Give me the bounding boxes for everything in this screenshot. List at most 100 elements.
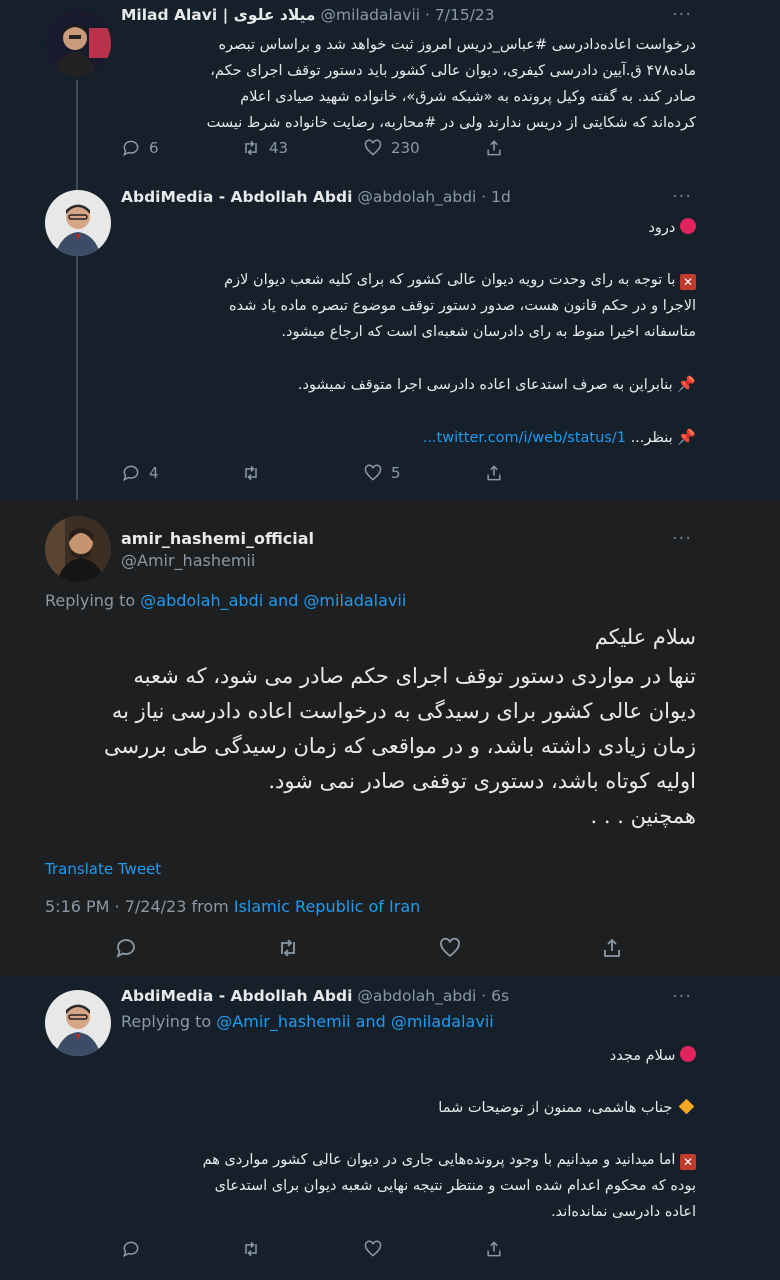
retweet-icon	[245, 1241, 257, 1257]
location-link[interactable]: Islamic Republic of Iran	[234, 897, 420, 916]
tweet-amir-hashemi[interactable]: amir_hashemi_official @Amir_hashemii ···…	[0, 500, 780, 976]
tweet-body: سلام علیکم تنها در مواردی دستور توقف اجر…	[56, 620, 696, 834]
retweet-button[interactable]	[241, 463, 269, 483]
tweet-abdi-1[interactable]: AbdiMedia - Abdollah Abdi @abdolah_abdi …	[0, 180, 780, 500]
replying-to: Replying to @Amir_hashemii and @miladala…	[121, 1012, 494, 1034]
timestamp[interactable]: · 7/15/23	[425, 6, 495, 24]
like-count: 5	[391, 464, 401, 482]
tweet-line: زمان زیادی داشته باشد، و در مواقعی که زم…	[103, 734, 696, 758]
paragraph-text: بنابراین به صرف استدعای اعاده دادرسی اجر…	[297, 377, 673, 393]
share-icon	[487, 1241, 501, 1257]
timestamp[interactable]: 5:16 PM · 7/24/23 from	[45, 897, 229, 916]
tweet-actions	[121, 1239, 521, 1261]
heart-icon	[364, 464, 382, 481]
tweet-line: صادر کند. به گفته وکیل پرونده به «شبکه ش…	[240, 89, 696, 105]
timestamp[interactable]: · 6s	[481, 987, 509, 1005]
tweet-line: ماده۴۷۸ ق.آیین دادرسی کیفری، دیوان عالی …	[210, 63, 696, 79]
reply-icon	[116, 939, 135, 958]
reply-button[interactable]: 4	[121, 463, 159, 483]
more-options-icon[interactable]: ···	[672, 986, 692, 1007]
heart-icon	[364, 1240, 382, 1257]
share-button[interactable]	[484, 463, 504, 483]
display-name[interactable]: AbdiMedia - Abdollah Abdi	[121, 188, 352, 206]
tweet-abdi-2[interactable]: AbdiMedia - Abdollah Abdi @abdolah_abdi …	[0, 980, 780, 1280]
greeting-line: سلام مجدد	[116, 1043, 696, 1069]
like-button[interactable]	[363, 1239, 383, 1259]
share-button[interactable]	[600, 936, 624, 964]
greeting-text: سلام مجدد	[609, 1048, 676, 1064]
tweet-line: متاسفانه اخیرا منوط به رای دادرسان شعبه‌…	[281, 324, 696, 340]
tweet-actions: 4 5	[121, 463, 521, 485]
like-button[interactable]	[438, 936, 462, 964]
tweet-line: اعاده دادرسی نمانده‌اند.	[551, 1204, 696, 1220]
tweet-header: AbdiMedia - Abdollah Abdi @abdolah_abdi …	[121, 188, 511, 210]
retweet-button[interactable]	[241, 1239, 261, 1259]
replying-prefix: Replying to	[45, 591, 136, 610]
tweet-line: سلام علیکم	[594, 625, 696, 649]
tweet-actions	[0, 936, 780, 962]
replying-users-link[interactable]: @abdolah_abdi and @miladalavii	[140, 591, 406, 610]
handle[interactable]: @miladalavii	[320, 6, 420, 24]
handle[interactable]: @abdolah_abdi	[357, 987, 476, 1005]
tweet-line: اولیه کوتاه باشد، دستوری توقفی صادر نمی …	[268, 769, 696, 793]
status-link[interactable]: twitter.com/i/web/status/1...	[423, 430, 626, 446]
share-icon	[604, 938, 620, 957]
truncated-text: بنظر...	[630, 430, 673, 446]
handle-line: @Amir_hashemii	[121, 551, 255, 573]
retweet-icon	[281, 939, 295, 957]
display-name[interactable]: AbdiMedia - Abdollah Abdi	[121, 987, 352, 1005]
display-name[interactable]: Milad Alavi | میلاد علوی	[121, 6, 316, 24]
more-options-icon[interactable]: ···	[672, 528, 692, 549]
greeting-line: درود	[116, 215, 696, 241]
avatar[interactable]	[45, 516, 111, 582]
tweet-line: جناب هاشمی، ممنون از توضیحات شما	[116, 1095, 696, 1121]
retweet-count: 43	[269, 139, 289, 157]
tweet-line: کرده‌اند که شکایتی از دریس ندارند ولی در…	[206, 115, 696, 131]
reply-icon	[123, 1241, 139, 1258]
tweet-line: همچنین . . .	[590, 804, 696, 828]
tweet-body: درود ✕ با توجه به رای وحدت رویه دیوان عا…	[116, 215, 696, 451]
tweet-actions: 6 43 230	[121, 138, 521, 160]
tweet-line: تنها در مواردی دستور توقف اجرای حکم صادر…	[133, 664, 696, 688]
share-button[interactable]	[484, 1239, 504, 1259]
cross-mark-icon: ✕	[680, 274, 696, 290]
tweet-line: 📌 بنظر... twitter.com/i/web/status/1...	[116, 424, 696, 451]
handle[interactable]: @Amir_hashemii	[121, 551, 255, 570]
reply-count: 6	[149, 139, 159, 157]
retweet-button[interactable]: 43	[241, 138, 288, 158]
avatar[interactable]	[45, 990, 111, 1056]
paragraph-text: با توجه به رای وحدت رویه دیوان عالی کشور…	[224, 272, 676, 288]
handle[interactable]: @abdolah_abdi	[357, 188, 476, 206]
share-button[interactable]	[484, 138, 504, 158]
more-options-icon[interactable]: ···	[672, 4, 692, 25]
tweet-line: دیوان عالی کشور برای رسیدگی به درخواست ا…	[111, 699, 696, 723]
heart-icon	[440, 937, 460, 958]
reply-icon	[123, 465, 139, 482]
reply-button[interactable]	[114, 936, 138, 964]
avatar[interactable]	[45, 10, 111, 76]
like-button[interactable]: 230	[363, 138, 420, 158]
tweet-line: الاجرا و در حکم قانون هست، صدور دستور تو…	[229, 298, 696, 314]
avatar[interactable]	[45, 190, 111, 256]
timestamp[interactable]: · 1d	[481, 188, 511, 206]
reply-icon	[123, 140, 139, 157]
red-circle-icon	[680, 1046, 696, 1062]
reply-button[interactable]	[121, 1239, 141, 1259]
retweet-button[interactable]	[276, 936, 300, 964]
translate-tweet-link[interactable]: Translate Tweet	[45, 860, 161, 878]
display-name[interactable]: amir_hashemi_official	[121, 529, 314, 548]
reply-button[interactable]: 6	[121, 138, 159, 158]
retweet-icon	[245, 140, 257, 156]
tweet-body: سلام مجدد جناب هاشمی، ممنون از توضیحات ش…	[116, 1043, 696, 1225]
tweet-header: amir_hashemi_official	[121, 529, 314, 551]
like-button[interactable]: 5	[363, 463, 401, 483]
greeting-text: درود	[648, 220, 676, 236]
tweet-body: درخواست اعاده‌دادرسی #عباس_دریس امروز ثب…	[116, 32, 696, 136]
share-icon	[487, 140, 501, 156]
replying-users-link[interactable]: @Amir_hashemii and @miladalavii	[216, 1012, 493, 1031]
tweet-milad-alavi[interactable]: Milad Alavi | میلاد علوی @miladalavii · …	[0, 0, 780, 175]
more-options-icon[interactable]: ···	[672, 186, 692, 207]
tweet-line: ✕ با توجه به رای وحدت رویه دیوان عالی کش…	[116, 267, 696, 293]
tweet-meta: 5:16 PM · 7/24/23 from Islamic Republic …	[45, 897, 420, 916]
tweet-header: AbdiMedia - Abdollah Abdi @abdolah_abdi …	[121, 987, 509, 1009]
